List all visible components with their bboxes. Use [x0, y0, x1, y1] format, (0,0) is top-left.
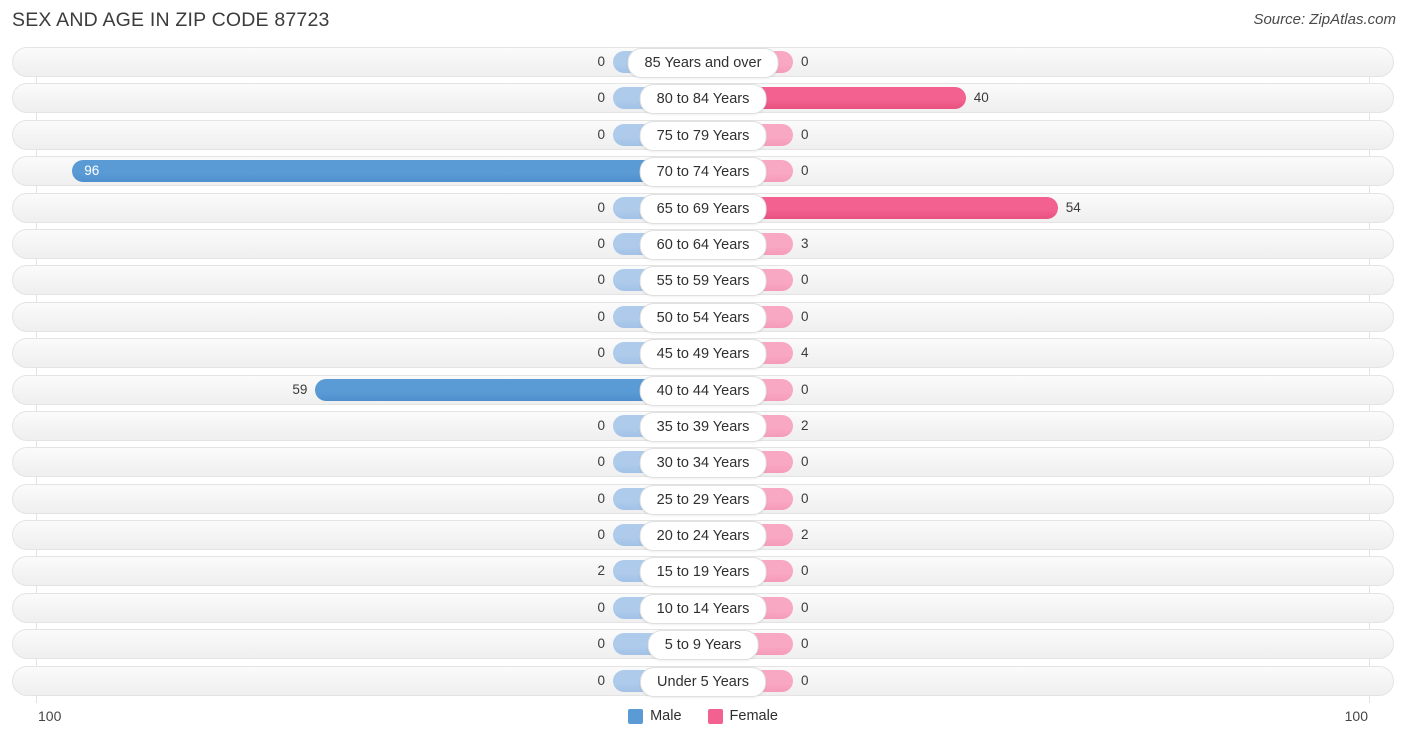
pyramid-row: 0 0 30 to 34 Years: [0, 447, 1406, 479]
age-group-label: 5 to 9 Years: [647, 630, 759, 661]
legend-swatch-male-icon: [628, 708, 644, 724]
pyramid-row: 2 0 15 to 19 Years: [0, 556, 1406, 588]
pyramid-row: 0 0 75 to 79 Years: [0, 119, 1406, 151]
page-title: SEX AND AGE IN ZIP CODE 87723: [12, 9, 330, 31]
value-label-female: 0: [801, 636, 809, 652]
age-group-label: 85 Years and over: [627, 48, 779, 78]
value-label-female: 0: [801, 272, 809, 288]
value-label-female: 2: [801, 417, 809, 433]
bar-male[interactable]: [72, 160, 703, 183]
pyramid-row: 0 0 50 to 54 Years: [0, 301, 1406, 333]
age-group-label: 50 to 54 Years: [639, 302, 767, 333]
value-label-female: 0: [801, 490, 809, 506]
value-label-female: 0: [801, 672, 809, 688]
pyramid-row: 0 40 80 to 84 Years: [0, 83, 1406, 115]
pyramid-row: 0 0 85 Years and over: [0, 47, 1406, 78]
value-label-female: 0: [801, 163, 809, 179]
value-label-female: 40: [973, 90, 989, 106]
age-group-label: 60 to 64 Years: [639, 229, 767, 260]
age-group-label: 35 to 39 Years: [639, 411, 767, 442]
source-attribution: Source: ZipAtlas.com: [1253, 11, 1396, 28]
value-label-male: 0: [597, 345, 605, 361]
value-label-male: 0: [597, 417, 605, 433]
value-label-female: 0: [801, 454, 809, 470]
value-label-male: 0: [597, 527, 605, 543]
age-group-label: 80 to 84 Years: [639, 84, 767, 115]
pyramid-rows: 0 0 85 Years and over 0 40 80 to 84 Years 0 0 75…: [0, 47, 1406, 702]
chart-header: SEX AND AGE IN ZIP CODE 87723 Source: Zi…: [0, 0, 1406, 46]
pyramid-row: 0 0 5 to 9 Years: [0, 629, 1406, 661]
value-label-female: 0: [801, 126, 809, 142]
value-label-female: 0: [801, 381, 809, 397]
age-group-label: 20 to 24 Years: [639, 521, 767, 552]
pyramid-row: 0 0 10 to 14 Years: [0, 592, 1406, 624]
legend-swatch-female-icon: [707, 708, 723, 724]
age-group-label: 25 to 29 Years: [639, 484, 767, 515]
chart-footer: 100 100 Male Female: [0, 703, 1406, 741]
pyramid-row: 0 2 20 to 24 Years: [0, 520, 1406, 552]
age-group-label: 65 to 69 Years: [639, 193, 767, 224]
value-label-male: 0: [597, 672, 605, 688]
value-label-male: 0: [597, 90, 605, 106]
value-label-male: 0: [597, 235, 605, 251]
chart-page: SEX AND AGE IN ZIP CODE 87723 Source: Zi…: [0, 0, 1406, 741]
value-label-female: 0: [801, 599, 809, 615]
pyramid-row: 0 0 25 to 29 Years: [0, 483, 1406, 515]
value-label-male: 0: [597, 308, 605, 324]
age-group-label: 45 to 49 Years: [639, 339, 767, 370]
age-group-label: 70 to 74 Years: [639, 157, 767, 188]
legend-item-male[interactable]: Male: [628, 708, 682, 724]
age-group-label: 15 to 19 Years: [639, 557, 767, 588]
legend-label-male: Male: [650, 708, 682, 724]
chart-legend: Male Female: [0, 708, 1406, 724]
value-label-female: 54: [1065, 199, 1081, 215]
pyramid-row: 0 0 Under 5 Years: [0, 665, 1406, 697]
value-label-male: 0: [597, 454, 605, 470]
pyramid-row: 59 0 40 to 44 Years: [0, 374, 1406, 406]
age-group-label: 55 to 59 Years: [639, 266, 767, 297]
value-label-female: 3: [801, 235, 809, 251]
pyramid-row: 0 4 45 to 49 Years: [0, 338, 1406, 370]
value-label-male: 0: [597, 126, 605, 142]
value-label-female: 0: [801, 308, 809, 324]
value-label-male: 0: [597, 199, 605, 215]
pyramid-plot-area: 0 0 85 Years and over 0 40 80 to 84 Years 0 0 75…: [0, 47, 1406, 703]
value-label-female: 0: [801, 563, 809, 579]
pyramid-row: 0 3 60 to 64 Years: [0, 228, 1406, 260]
age-group-label: 10 to 14 Years: [639, 593, 767, 624]
legend-label-female: Female: [729, 708, 778, 724]
legend-item-female[interactable]: Female: [707, 708, 778, 724]
value-label-male: 0: [597, 272, 605, 288]
pyramid-row: 0 2 35 to 39 Years: [0, 410, 1406, 442]
pyramid-row: 96 0 70 to 74 Years: [0, 156, 1406, 188]
value-label-male: 0: [597, 599, 605, 615]
pyramid-row: 0 54 65 to 69 Years: [0, 192, 1406, 224]
age-group-label: 30 to 34 Years: [639, 448, 767, 479]
value-label-male: 0: [597, 54, 605, 69]
value-label-female: 2: [801, 527, 809, 543]
value-label-male: 2: [597, 563, 605, 579]
pyramid-row: 0 0 55 to 59 Years: [0, 265, 1406, 297]
value-label-male: 0: [597, 636, 605, 652]
value-label-female: 0: [801, 54, 809, 69]
value-label-female: 4: [801, 345, 809, 361]
age-group-label: Under 5 Years: [640, 666, 766, 697]
age-group-label: 75 to 79 Years: [639, 120, 767, 151]
age-group-label: 40 to 44 Years: [639, 375, 767, 406]
value-label-male: 59: [292, 381, 308, 397]
value-label-male: 96: [84, 163, 100, 179]
value-label-male: 0: [597, 490, 605, 506]
